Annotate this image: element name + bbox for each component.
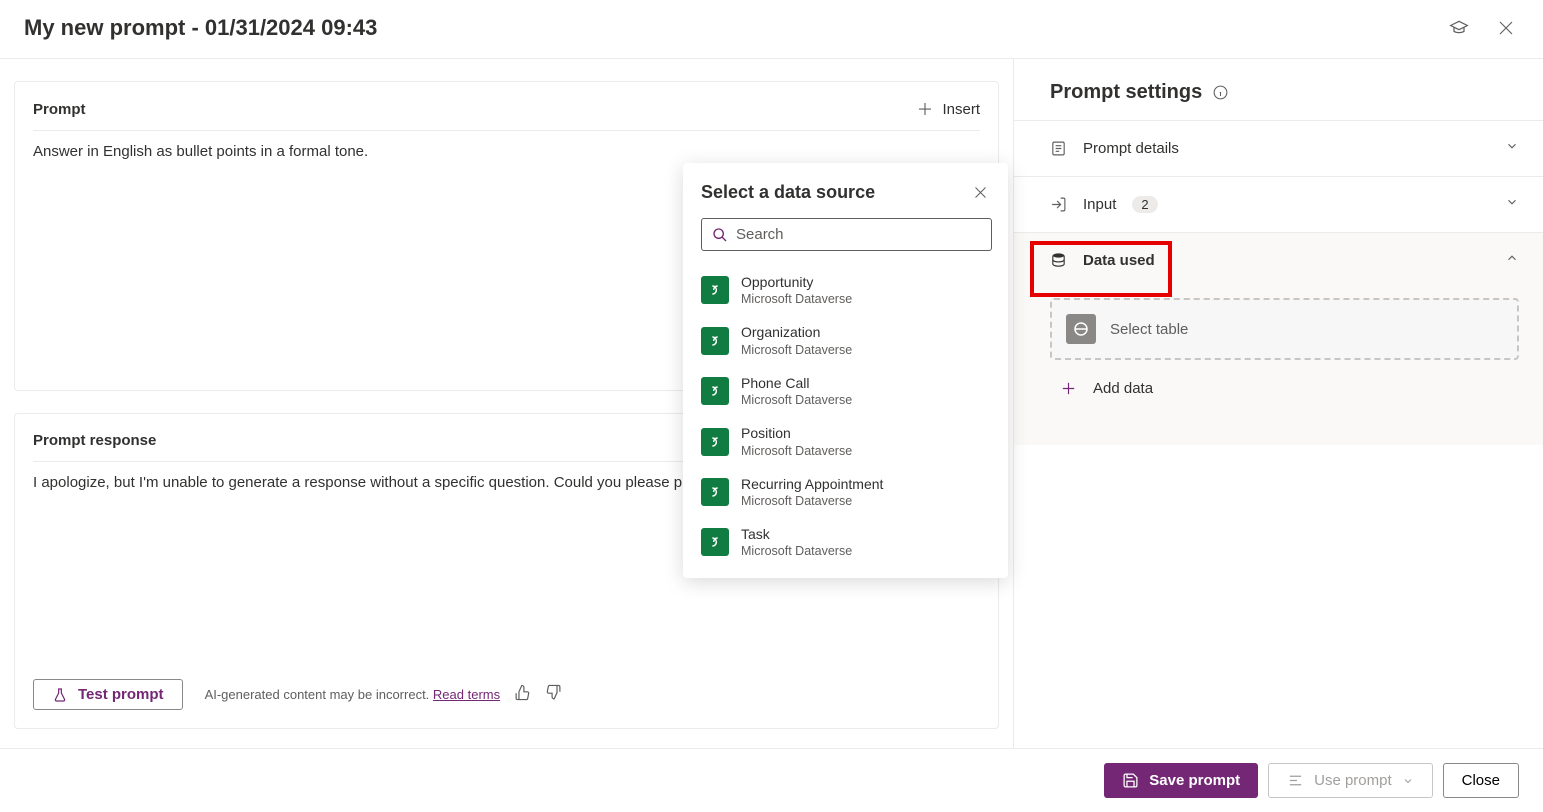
sidebar: Prompt settings Prompt details Input 2 (1013, 59, 1543, 751)
data-source-name: Opportunity (741, 273, 852, 291)
prompt-card-title: Prompt (33, 101, 86, 118)
input-icon (1050, 196, 1067, 213)
thumbs-up-icon[interactable] (514, 684, 531, 706)
test-prompt-button[interactable]: Test prompt (33, 679, 183, 710)
accordion-prompt-details: Prompt details (1014, 120, 1543, 176)
data-source-sub: Microsoft Dataverse (741, 392, 852, 408)
save-icon (1122, 772, 1139, 789)
data-source-sub: Microsoft Dataverse (741, 342, 852, 358)
insert-label: Insert (942, 101, 980, 118)
accordion-input: Input 2 (1014, 176, 1543, 232)
insert-button[interactable]: Insert (916, 100, 980, 118)
select-table-button[interactable]: Select table (1050, 298, 1519, 360)
disclaimer-text: AI-generated content may be incorrect. R… (205, 687, 501, 702)
dataverse-icon (701, 377, 729, 405)
data-source-sub: Microsoft Dataverse (741, 493, 883, 509)
data-source-name: Organization (741, 323, 852, 341)
info-icon[interactable] (1212, 84, 1229, 101)
plus-icon (916, 100, 934, 118)
details-icon (1050, 140, 1067, 157)
close-button[interactable]: Close (1443, 763, 1519, 798)
search-icon (712, 227, 728, 243)
data-source-name: Recurring Appointment (741, 475, 883, 493)
add-data-button[interactable]: Add data (1050, 360, 1519, 397)
footer: Save prompt Use prompt Close (0, 748, 1543, 812)
popup-close-icon[interactable] (969, 181, 992, 204)
chevron-down-icon (1505, 195, 1519, 214)
close-icon[interactable] (1493, 15, 1519, 41)
read-terms-link[interactable]: Read terms (433, 687, 500, 702)
flask-icon (52, 687, 68, 703)
popup-title: Select a data source (701, 182, 875, 203)
accordion-data-used: Data used Select table Add data (1014, 232, 1543, 445)
data-source-item[interactable]: Opportunity Microsoft Dataverse (701, 265, 992, 315)
dataverse-icon (701, 276, 729, 304)
page-title: My new prompt - 01/31/2024 09:43 (24, 15, 377, 41)
response-card-title: Prompt response (33, 432, 156, 449)
dataverse-icon (701, 428, 729, 456)
chevron-down-icon (1505, 139, 1519, 158)
chevron-down-icon (1402, 775, 1414, 787)
thumbs-down-icon[interactable] (545, 684, 562, 706)
dataverse-icon (701, 327, 729, 355)
chevron-up-icon (1505, 251, 1519, 270)
data-source-item[interactable]: Recurring Appointment Microsoft Datavers… (701, 467, 992, 517)
data-source-name: Phone Call (741, 374, 852, 392)
data-source-sub: Microsoft Dataverse (741, 291, 852, 307)
learn-icon[interactable] (1445, 14, 1473, 42)
search-input-wrapper[interactable] (701, 218, 992, 251)
use-prompt-button[interactable]: Use prompt (1268, 763, 1433, 798)
data-source-sub: Microsoft Dataverse (741, 443, 852, 459)
save-prompt-button[interactable]: Save prompt (1104, 763, 1258, 798)
data-source-name: Task (741, 525, 852, 543)
sidebar-title: Prompt settings (1014, 59, 1543, 120)
dataverse-icon (701, 528, 729, 556)
data-source-sub: Microsoft Dataverse (741, 543, 852, 559)
dataverse-icon (1066, 314, 1096, 344)
data-source-item[interactable]: Phone Call Microsoft Dataverse (701, 366, 992, 416)
data-source-item[interactable]: Position Microsoft Dataverse (701, 416, 992, 466)
data-source-popup: Select a data source Opportunity Microso… (683, 163, 1008, 578)
test-prompt-label: Test prompt (78, 686, 164, 703)
data-source-item[interactable]: Organization Microsoft Dataverse (701, 315, 992, 365)
search-input[interactable] (736, 226, 981, 243)
database-icon (1050, 252, 1067, 269)
use-icon (1287, 772, 1304, 789)
header: My new prompt - 01/31/2024 09:43 (0, 0, 1543, 59)
data-source-item[interactable]: Task Microsoft Dataverse (701, 517, 992, 567)
plus-icon (1060, 380, 1077, 397)
input-count-badge: 2 (1132, 196, 1157, 213)
data-source-name: Position (741, 424, 852, 442)
dataverse-icon (701, 478, 729, 506)
data-source-list: Opportunity Microsoft Dataverse Organiza… (701, 265, 992, 568)
